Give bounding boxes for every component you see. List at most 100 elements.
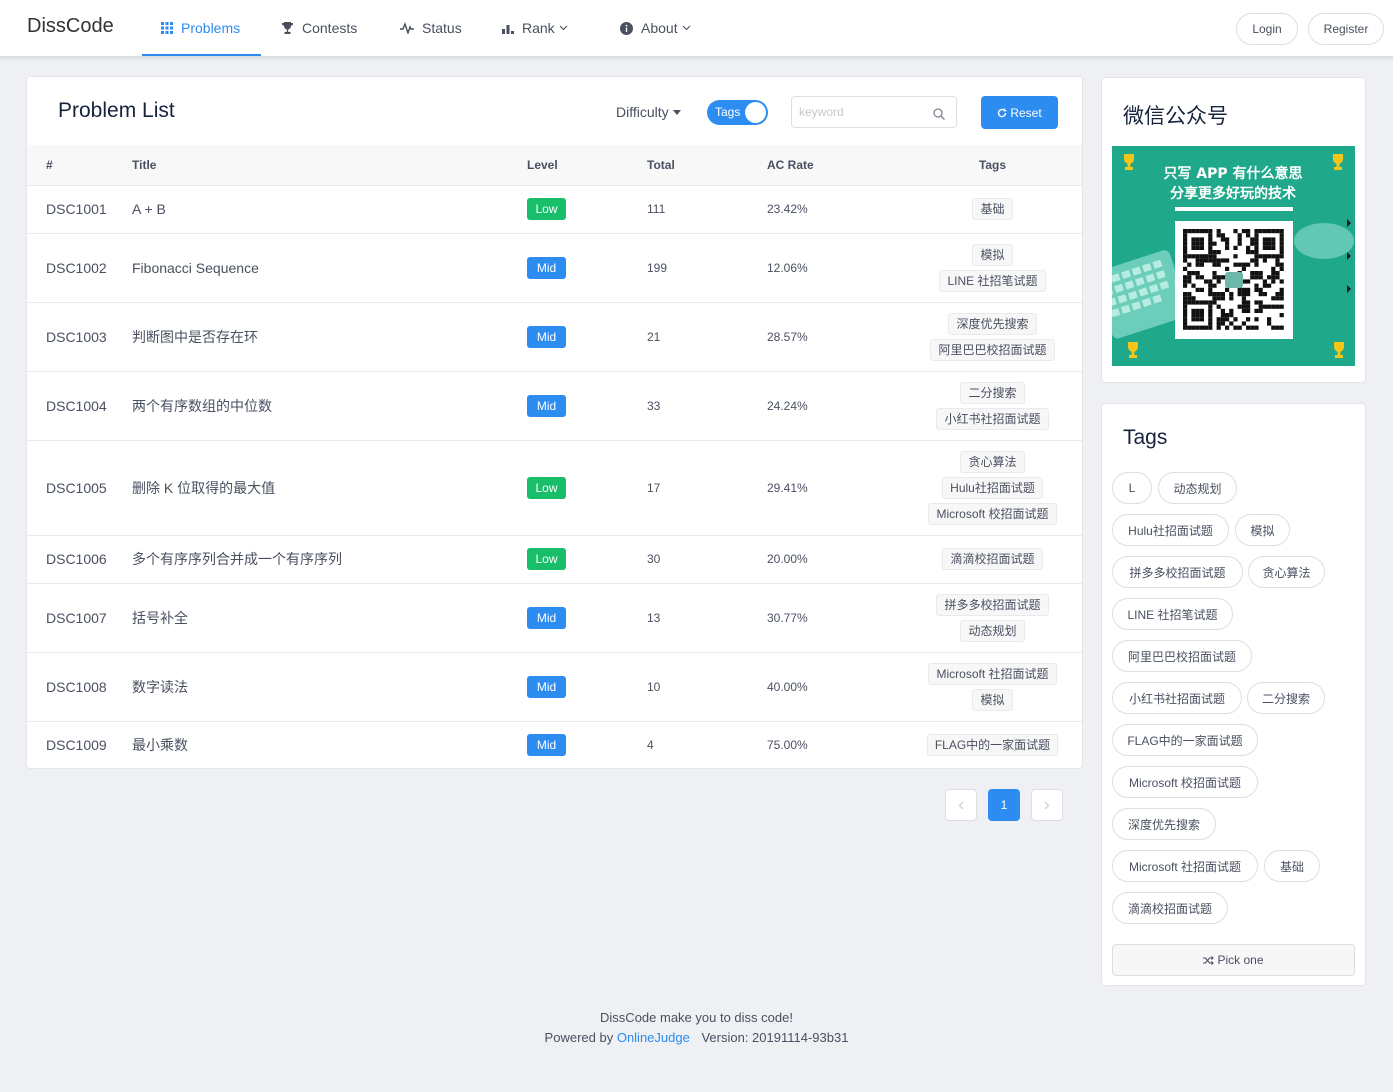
pagination-prev-button[interactable] (945, 789, 977, 821)
nav-status-label: Status (422, 20, 462, 36)
tag-pill[interactable]: 拼多多校招面试题 (1112, 556, 1243, 588)
problem-title[interactable]: 最小乘数 (127, 721, 527, 768)
problem-id: DSC1002 (27, 233, 127, 303)
table-row[interactable]: DSC1006 多个有序序列合并成一个有序序列 Low 30 20.00% 滴滴校招面试题 (27, 535, 1082, 584)
table-row[interactable]: DSC1001 A + B Low 111 23.42% 基础 (27, 185, 1082, 234)
difficulty-dropdown[interactable]: Difficulty (616, 104, 681, 120)
tags-cell: 拼多多校招面试题 动态规划 (902, 583, 1082, 653)
problem-id: DSC1009 (27, 721, 127, 768)
ac-rate: 28.57% (767, 302, 902, 372)
nav-problems[interactable]: Problems (161, 0, 240, 56)
pagination-next-button[interactable] (1031, 789, 1063, 821)
problem-title[interactable]: 数字读法 (127, 652, 527, 722)
problem-tag[interactable]: 动态规划 (960, 619, 1025, 642)
level-badge: Low (527, 476, 566, 499)
problem-title[interactable]: 删除 K 位取得的最大值 (127, 440, 527, 536)
problem-tag[interactable]: 拼多多校招面试题 (936, 593, 1049, 616)
tag-pill[interactable]: 二分搜索 (1247, 682, 1325, 714)
col-header-level[interactable]: Level (527, 145, 647, 186)
level-badge: Mid (527, 325, 566, 348)
table-row[interactable]: DSC1005 删除 K 位取得的最大值 Low 17 29.41% 贪心算法 Hulu社招… (27, 440, 1082, 536)
ac-rate: 29.41% (767, 440, 902, 536)
problem-tag[interactable]: LINE 社招笔试题 (939, 269, 1046, 292)
tag-pill[interactable]: 模拟 (1235, 514, 1290, 546)
table-row[interactable]: DSC1004 两个有序数组的中位数 Mid 33 24.24% 二分搜索 小红书社招面试题 (27, 371, 1082, 441)
col-header-title[interactable]: Title (127, 145, 527, 186)
tag-pill[interactable]: L (1112, 472, 1152, 504)
nav-status[interactable]: Status (400, 0, 462, 56)
tag-pill[interactable]: 深度优先搜索 (1112, 808, 1216, 840)
trophy-icon (281, 21, 294, 35)
problem-tag[interactable]: Hulu社招面试题 (942, 476, 1043, 499)
problem-tag[interactable]: 模拟 (972, 243, 1013, 266)
level-cell: Mid (527, 371, 647, 441)
col-header-tags[interactable]: Tags (902, 145, 1082, 186)
tag-pill[interactable]: FLAG中的一家面试题 (1112, 724, 1258, 756)
chevron-left-icon (958, 801, 964, 809)
table-row[interactable]: DSC1003 判断图中是否存在环 Mid 21 28.57% 深度优先搜索 阿里巴巴校招面… (27, 302, 1082, 372)
problem-title[interactable]: 多个有序序列合并成一个有序序列 (127, 535, 527, 584)
problem-title[interactable]: 两个有序数组的中位数 (127, 371, 527, 441)
tags-cell: Microsoft 社招面试题 模拟 (902, 652, 1082, 722)
caret-down-icon (672, 109, 681, 115)
problem-title[interactable]: 判断图中是否存在环 (127, 302, 527, 372)
problem-tag[interactable]: Microsoft 校招面试题 (928, 502, 1057, 525)
difficulty-label: Difficulty (616, 104, 669, 120)
problem-tag[interactable]: 二分搜索 (960, 381, 1025, 404)
tag-pill[interactable]: 滴滴校招面试题 (1112, 892, 1228, 924)
logo[interactable]: DissCode (27, 15, 114, 38)
reset-button[interactable]: Reset (981, 96, 1058, 129)
nav-contests[interactable]: Contests (281, 0, 357, 56)
tag-pill[interactable]: Microsoft 社招面试题 (1112, 850, 1258, 882)
col-header-total[interactable]: Total (647, 145, 767, 186)
table-row[interactable]: DSC1007 括号补全 Mid 13 30.77% 拼多多校招面试题 动态规划 (27, 583, 1082, 653)
col-header-ac-rate[interactable]: AC Rate (767, 145, 902, 186)
table-row[interactable]: DSC1008 数字读法 Mid 10 40.00% Microsoft 社招面试题 模拟 (27, 652, 1082, 722)
problem-title[interactable]: Fibonacci Sequence (127, 233, 527, 303)
tag-pill[interactable]: 贪心算法 (1248, 556, 1325, 588)
tag-pill[interactable]: 小红书社招面试题 (1112, 682, 1242, 714)
tag-pill[interactable]: LINE 社招笔试题 (1112, 598, 1233, 630)
problem-tag[interactable]: 滴滴校招面试题 (942, 548, 1043, 570)
tag-pill[interactable]: Microsoft 校招面试题 (1112, 766, 1258, 798)
tags-toggle[interactable]: Tags (707, 100, 768, 125)
wechat-title: 微信公众号 (1123, 105, 1228, 128)
tag-pill[interactable]: 动态规划 (1158, 472, 1237, 504)
login-button[interactable]: Login (1236, 13, 1298, 45)
problem-tag[interactable]: 阿里巴巴校招面试题 (930, 338, 1055, 361)
nav-about[interactable]: About (620, 0, 691, 56)
problem-tag[interactable]: 贪心算法 (960, 450, 1025, 473)
problem-id: DSC1006 (27, 535, 127, 584)
problem-tag[interactable]: FLAG中的一家面试题 (926, 734, 1059, 756)
tag-pill[interactable]: 基础 (1264, 850, 1320, 882)
pick-one-button[interactable]: Pick one (1112, 944, 1355, 976)
problem-tag[interactable]: 小红书社招面试题 (936, 407, 1049, 430)
problem-tag[interactable]: 模拟 (972, 688, 1013, 711)
level-cell: Mid (527, 583, 647, 653)
problem-tag[interactable]: Microsoft 社招面试题 (928, 662, 1057, 685)
problem-title[interactable]: A + B (127, 185, 527, 234)
banner-line2: 分享更多好玩的技术 (1170, 185, 1296, 202)
total-submissions: 4 (647, 721, 767, 768)
banner-line1: 只写 APP 有什么意思 (1163, 165, 1302, 182)
tags-list: Microsoft 社招面试题 模拟 (902, 654, 1082, 720)
tags-toggle-label: Tags (715, 105, 741, 119)
total-submissions: 111 (647, 185, 767, 234)
table-row[interactable]: DSC1002 Fibonacci Sequence Mid 199 12.06% 模拟 L… (27, 233, 1082, 303)
tag-pill[interactable]: Hulu社招面试题 (1112, 514, 1229, 546)
onlinejudge-link[interactable]: OnlineJudge (617, 1030, 690, 1045)
problem-tag[interactable]: 基础 (972, 198, 1013, 220)
col-header-id[interactable]: # (27, 145, 127, 186)
ac-rate: 23.42% (767, 185, 902, 234)
register-button[interactable]: Register (1308, 13, 1384, 45)
total-submissions: 10 (647, 652, 767, 722)
tag-pill[interactable]: 阿里巴巴校招面试题 (1112, 640, 1252, 672)
problem-tag[interactable]: 深度优先搜索 (948, 312, 1037, 335)
nav-rank[interactable]: Rank (502, 0, 568, 56)
qr-code (1175, 221, 1293, 339)
grid-icon (161, 22, 173, 34)
ac-rate: 24.24% (767, 371, 902, 441)
pagination-page-1[interactable]: 1 (988, 789, 1020, 821)
table-row[interactable]: DSC1009 最小乘数 Mid 4 75.00% FLAG中的一家面试题 (27, 721, 1082, 768)
problem-title[interactable]: 括号补全 (127, 583, 527, 653)
